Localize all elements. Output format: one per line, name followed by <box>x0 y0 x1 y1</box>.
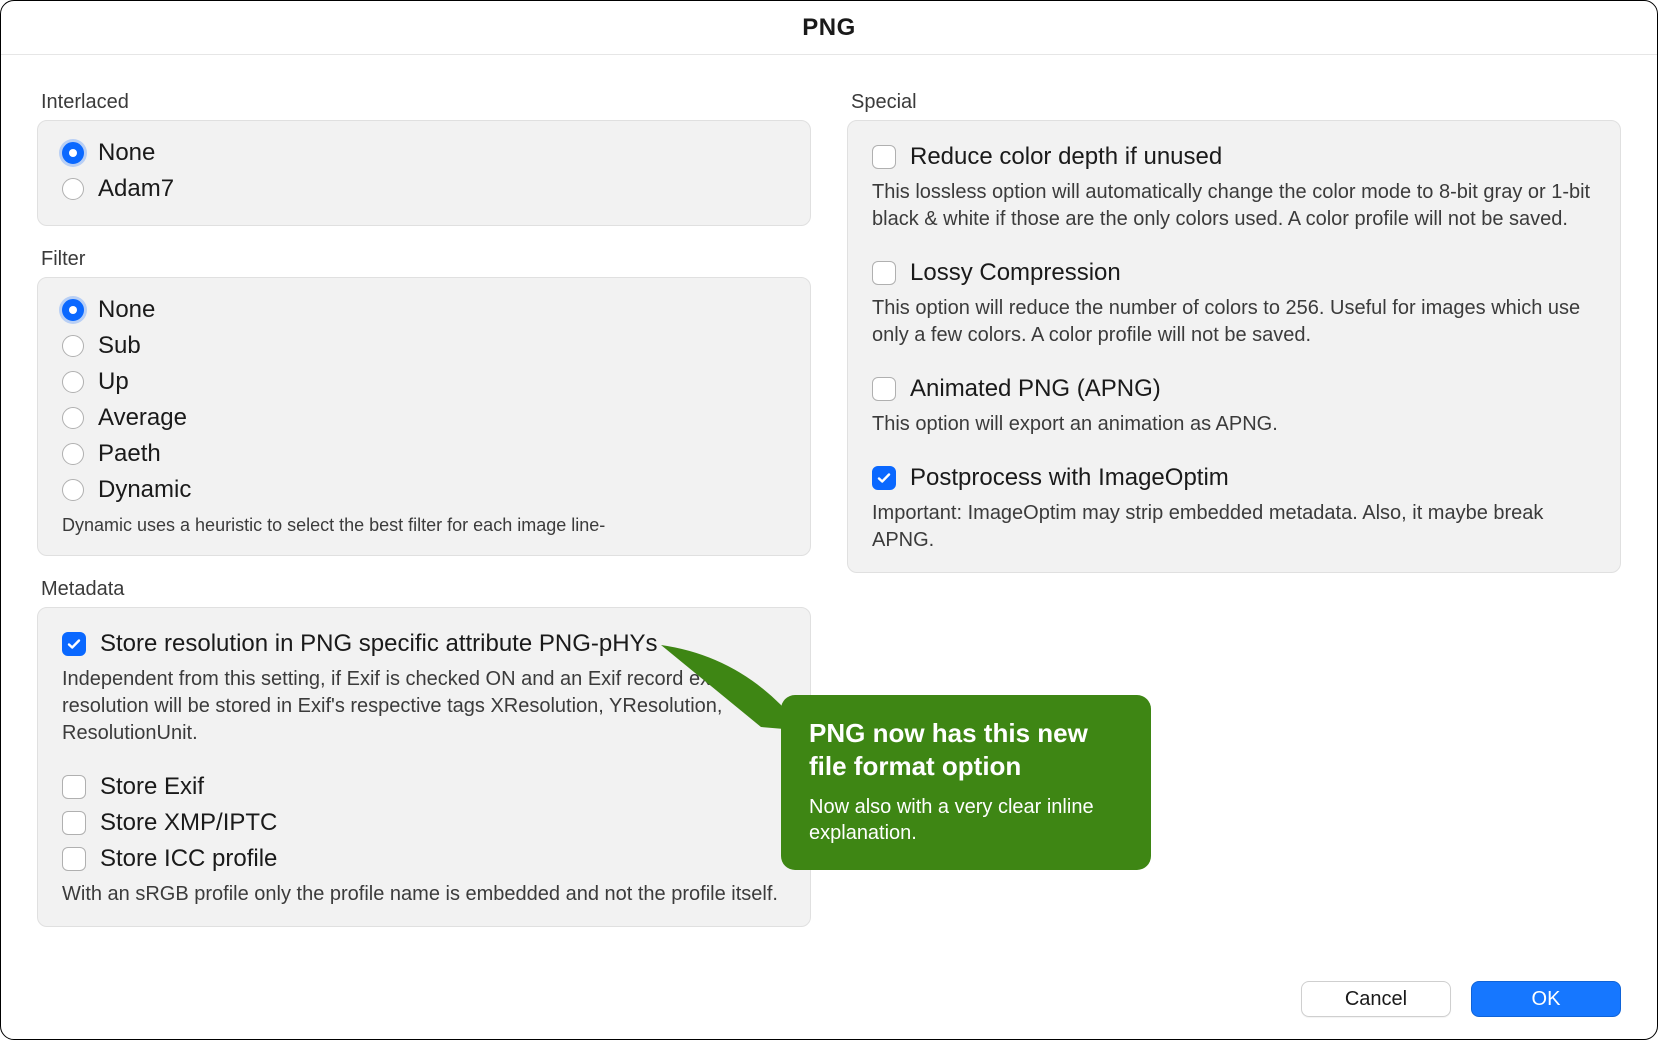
interlaced-none-label: None <box>98 141 155 165</box>
store-phys-desc: Independent from this setting, if Exif i… <box>62 666 786 747</box>
right-column: Special Reduce color depth if unused Thi… <box>847 91 1621 1039</box>
store-phys-row[interactable]: Store resolution in PNG specific attribu… <box>62 626 786 662</box>
filter-up-row[interactable]: Up <box>62 364 786 400</box>
filter-dynamic-label: Dynamic <box>98 478 191 502</box>
special-panel: Reduce color depth if unused This lossle… <box>847 120 1621 573</box>
filter-none-row[interactable]: None <box>62 292 786 328</box>
dialog-footer: Cancel OK <box>1301 981 1621 1017</box>
radio-icon[interactable] <box>62 407 84 429</box>
postprocess-block: Postprocess with ImageOptim Important: I… <box>872 460 1596 554</box>
checkbox-icon[interactable] <box>872 377 896 401</box>
radio-icon[interactable] <box>62 479 84 501</box>
interlaced-title: Interlaced <box>41 91 811 114</box>
special-title: Special <box>851 91 1621 114</box>
interlaced-adam7-row[interactable]: Adam7 <box>62 171 786 207</box>
filter-paeth-label: Paeth <box>98 442 161 466</box>
store-exif-label: Store Exif <box>100 775 204 799</box>
reduce-block: Reduce color depth if unused This lossle… <box>872 139 1596 233</box>
lossy-row[interactable]: Lossy Compression <box>872 255 1596 291</box>
left-column: Interlaced None Adam7 Filter <box>37 91 811 1039</box>
filter-dynamic-desc: Dynamic uses a heuristic to select the b… <box>62 514 786 537</box>
store-exif-row[interactable]: Store Exif <box>62 769 786 805</box>
interlaced-adam7-label: Adam7 <box>98 177 174 201</box>
checkbox-icon[interactable] <box>872 145 896 169</box>
lossy-block: Lossy Compression This option will reduc… <box>872 255 1596 349</box>
png-options-dialog: PNG Interlaced None Adam7 <box>0 0 1658 1040</box>
radio-icon[interactable] <box>62 178 84 200</box>
cancel-button[interactable]: Cancel <box>1301 981 1451 1017</box>
interlaced-panel: None Adam7 <box>37 120 811 226</box>
lossy-desc: This option will reduce the number of co… <box>872 295 1596 349</box>
store-icc-row[interactable]: Store ICC profile <box>62 841 786 877</box>
radio-icon[interactable] <box>62 443 84 465</box>
metadata-panel: Store resolution in PNG specific attribu… <box>37 607 811 927</box>
filter-none-label: None <box>98 298 155 322</box>
radio-icon[interactable] <box>62 371 84 393</box>
radio-icon[interactable] <box>62 299 84 321</box>
postprocess-row[interactable]: Postprocess with ImageOptim <box>872 460 1596 496</box>
reduce-label: Reduce color depth if unused <box>910 145 1222 169</box>
checkbox-icon[interactable] <box>872 466 896 490</box>
filter-average-row[interactable]: Average <box>62 400 786 436</box>
postprocess-label: Postprocess with ImageOptim <box>910 466 1229 490</box>
metadata-title: Metadata <box>41 578 811 601</box>
store-xmp-label: Store XMP/IPTC <box>100 811 277 835</box>
store-icc-desc: With an sRGB profile only the profile na… <box>62 881 786 908</box>
store-xmp-row[interactable]: Store XMP/IPTC <box>62 805 786 841</box>
checkbox-icon[interactable] <box>62 632 86 656</box>
apng-row[interactable]: Animated PNG (APNG) <box>872 371 1596 407</box>
radio-icon[interactable] <box>62 335 84 357</box>
store-phys-label: Store resolution in PNG specific attribu… <box>100 632 658 656</box>
lossy-label: Lossy Compression <box>910 261 1121 285</box>
store-phys-block: Store resolution in PNG specific attribu… <box>62 626 786 747</box>
checkbox-icon[interactable] <box>872 261 896 285</box>
radio-icon[interactable] <box>62 142 84 164</box>
checkbox-icon[interactable] <box>62 847 86 871</box>
postprocess-desc: Important: ImageOptim may strip embedded… <box>872 500 1596 554</box>
filter-sub-row[interactable]: Sub <box>62 328 786 364</box>
filter-title: Filter <box>41 248 811 271</box>
filter-panel: None Sub Up Average <box>37 277 811 556</box>
ok-button[interactable]: OK <box>1471 981 1621 1017</box>
apng-desc: This option will export an animation as … <box>872 411 1596 438</box>
checkbox-icon[interactable] <box>62 775 86 799</box>
filter-paeth-row[interactable]: Paeth <box>62 436 786 472</box>
special-section: Special Reduce color depth if unused Thi… <box>847 91 1621 573</box>
interlaced-section: Interlaced None Adam7 <box>37 91 811 226</box>
store-icc-label: Store ICC profile <box>100 847 277 871</box>
filter-sub-label: Sub <box>98 334 141 358</box>
interlaced-none-row[interactable]: None <box>62 135 786 171</box>
filter-up-label: Up <box>98 370 129 394</box>
metadata-section: Metadata Store resolution in PNG specifi… <box>37 578 811 927</box>
checkbox-icon[interactable] <box>62 811 86 835</box>
filter-section: Filter None Sub Up <box>37 248 811 556</box>
dialog-body: Interlaced None Adam7 Filter <box>1 55 1657 1039</box>
reduce-desc: This lossless option will automatically … <box>872 179 1596 233</box>
filter-average-label: Average <box>98 406 187 430</box>
dialog-title: PNG <box>1 1 1657 55</box>
filter-dynamic-row[interactable]: Dynamic <box>62 472 786 508</box>
apng-block: Animated PNG (APNG) This option will exp… <box>872 371 1596 438</box>
apng-label: Animated PNG (APNG) <box>910 377 1161 401</box>
reduce-row[interactable]: Reduce color depth if unused <box>872 139 1596 175</box>
